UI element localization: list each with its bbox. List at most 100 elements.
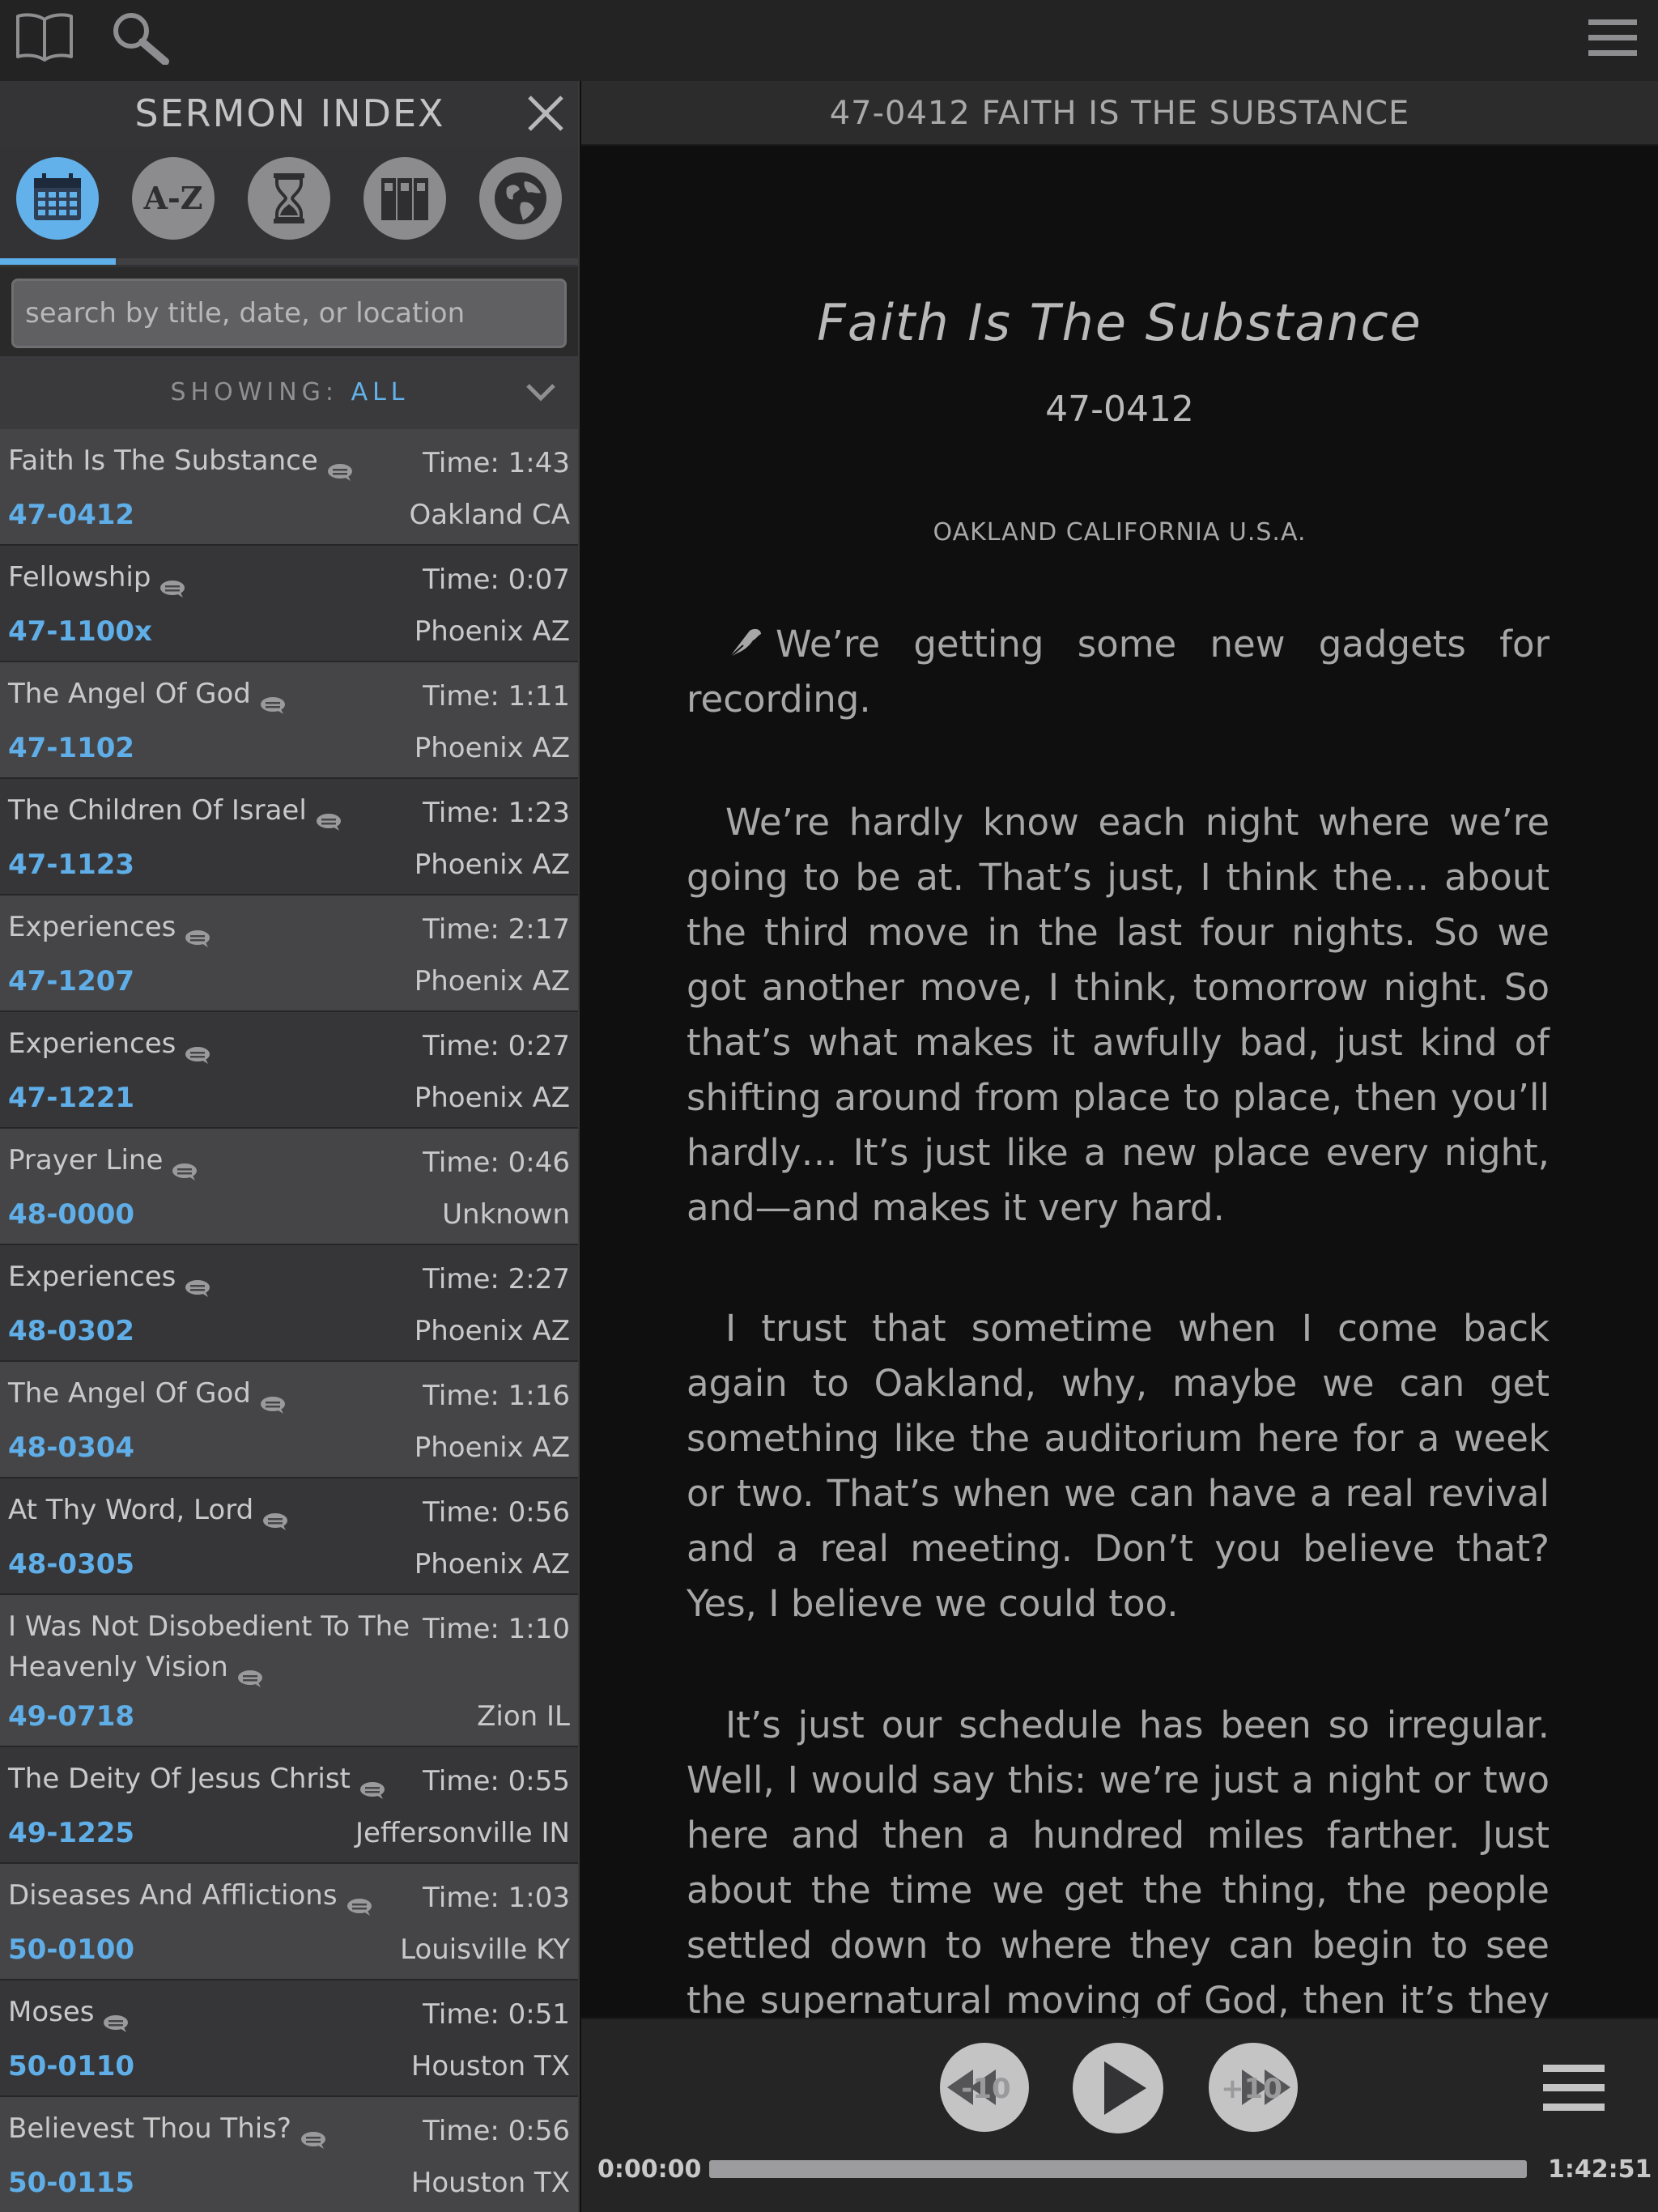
sermon-duration: Time: 1:23 (423, 797, 570, 829)
comment-bubble-icon (359, 1771, 386, 1799)
paragraph-4: It’s just our schedule has been so irreg… (687, 1704, 1550, 2018)
sermon-row[interactable]: Fellowship Time: 0:07 47-1100x Phoenix AZ (0, 546, 578, 662)
document-title: Faith Is The Substance (817, 293, 1422, 352)
sermon-location: Phoenix AZ (414, 615, 570, 648)
tab-by-date[interactable] (16, 157, 99, 240)
sidebar-header: SERMON INDEX (0, 81, 578, 146)
sermon-code: 50-0110 (8, 2050, 135, 2082)
comment-bubble-icon (159, 569, 186, 598)
sermon-row[interactable]: The Deity Of Jesus Christ Time: 0:55 49-12… (0, 1747, 578, 1864)
tab-by-location[interactable] (479, 157, 562, 240)
chevron-down-icon[interactable] (523, 377, 559, 406)
sermon-row[interactable]: Believest Thou This? Time: 0:56 50-0115 Hou… (0, 2097, 578, 2212)
search-input[interactable] (11, 279, 567, 348)
top-toolbar (0, 0, 1658, 81)
sermon-code: 47-1123 (8, 849, 135, 881)
play-button[interactable] (1070, 2040, 1166, 2136)
comment-bubble-icon (171, 1152, 198, 1180)
a-z-tab-label: A-Z (143, 180, 203, 216)
sermon-code: 47-1221 (8, 1082, 135, 1114)
sermon-row[interactable]: Faith Is The Substance Time: 1:43 47-0412 O… (0, 429, 578, 546)
close-icon[interactable] (525, 92, 567, 134)
sermon-title-text: Moses (8, 1996, 95, 2028)
sermon-row[interactable]: Prayer Line Time: 0:46 48-0000 Unknown (0, 1129, 578, 1245)
comment-bubble-icon (259, 686, 287, 714)
comment-bubble-icon (184, 919, 211, 947)
sermon-location: Phoenix AZ (414, 1082, 570, 1114)
book-icon[interactable] (15, 11, 74, 62)
tab-a-z[interactable]: A-Z (132, 157, 215, 240)
sermon-row[interactable]: I Was Not Disobedient To The Heavenly Vis… (0, 1595, 578, 1747)
sermon-title: Experiences (8, 907, 211, 947)
sermon-duration: Time: 1:43 (423, 447, 570, 479)
sermon-title: Faith Is The Substance (8, 440, 354, 481)
paragraph-3: I trust that sometime when I come back a… (687, 1307, 1550, 1625)
books-icon (381, 178, 428, 220)
sermon-row[interactable]: Experiences Time: 0:27 47-1221 Phoenix AZ (0, 1012, 578, 1129)
sermon-code: 50-0115 (8, 2167, 135, 2199)
sermon-title-text: The Children Of Israel (8, 794, 307, 827)
sermon-code: 47-1207 (8, 965, 135, 998)
paragraph-1: We’re getting some new gadgets for recor… (687, 617, 1550, 727)
sermon-title: Diseases And Afflictions (8, 1875, 373, 1916)
document-location: OAKLAND CALIFORNIA U.S.A. (933, 518, 1307, 547)
forward-10-button[interactable]: +10 (1206, 2040, 1300, 2134)
sermon-code: 48-0304 (8, 1431, 135, 1464)
sermon-title: Believest Thou This? (8, 2108, 327, 2149)
progress-slider[interactable] (709, 2160, 1527, 2178)
active-tab-indicator (0, 258, 116, 265)
tab-by-series[interactable] (363, 157, 446, 240)
sermon-title-text: The Deity Of Jesus Christ (8, 1763, 351, 1795)
showing-filter-text: SHOWING: ALL (0, 356, 578, 429)
reader-header-title: 47-0412 FAITH IS THE SUBSTANCE (829, 95, 1410, 132)
forward-label: +10 (1221, 2073, 1282, 2105)
comment-bubble-icon (236, 1659, 264, 1687)
current-time: 0:00:00 (597, 2155, 702, 2184)
sermon-location: Phoenix AZ (414, 965, 570, 998)
sermon-location: Oakland CA (409, 499, 570, 531)
sermon-title-text: I Was Not Disobedient To The (8, 1610, 410, 1643)
sermon-title: The Angel Of God (8, 674, 287, 714)
search-icon[interactable] (110, 11, 170, 65)
sermon-row[interactable]: Experiences Time: 2:27 48-0302 Phoenix AZ (0, 1245, 578, 1362)
sermon-location: Phoenix AZ (414, 1431, 570, 1464)
sermon-duration: Time: 1:11 (423, 680, 570, 713)
sermon-title-text: Prayer Line (8, 1144, 164, 1176)
document-code: 47-0412 (1045, 389, 1194, 430)
sermon-duration: Time: 0:51 (423, 1998, 570, 2031)
sermon-title: The Angel Of God (8, 1373, 287, 1414)
comment-bubble-icon (326, 453, 354, 481)
sermon-title-text: Experiences (8, 1261, 176, 1293)
sermon-title-text: The Angel Of God (8, 678, 251, 710)
sermon-title: At Thy Word, Lord (8, 1490, 289, 1530)
showing-filter-bar[interactable]: SHOWING: ALL (0, 356, 578, 429)
sermon-title-text: Believest Thou This? (8, 2112, 291, 2145)
sermon-location: Phoenix AZ (414, 849, 570, 881)
hamburger-menu-icon[interactable] (1587, 16, 1639, 60)
sermon-index-panel: SERMON INDEX A-Z search by title, date, … (0, 81, 580, 2212)
reader-header: 47-0412 FAITH IS THE SUBSTANCE (581, 81, 1658, 146)
sermon-row[interactable]: The Angel Of God Time: 1:11 47-1102 Phoenix… (0, 662, 578, 779)
sermon-location: Louisville KY (400, 1933, 570, 1966)
sermon-row[interactable]: Moses Time: 0:51 50-0110 Houston TX (0, 1980, 578, 2097)
sermon-title: The Children Of Israel (8, 790, 342, 831)
globe-icon (495, 172, 546, 224)
sermon-row[interactable]: The Children Of Israel Time: 1:23 47-1123 P… (0, 779, 578, 895)
sermon-title-text: Experiences (8, 1027, 176, 1060)
sermon-title: Moses (8, 1992, 130, 2032)
comment-bubble-icon (184, 1269, 211, 1297)
sermon-title: Prayer Line (8, 1140, 198, 1180)
playlist-menu-icon[interactable] (1541, 2060, 1606, 2116)
tab-by-duration[interactable] (248, 157, 330, 240)
sermon-duration: Time: 0:07 (423, 564, 570, 596)
quill-icon (728, 628, 761, 659)
sermon-row[interactable]: At Thy Word, Lord Time: 0:56 48-0305 Phoeni… (0, 1478, 578, 1595)
sermon-row[interactable]: Diseases And Afflictions Time: 1:03 50-010… (0, 1864, 578, 1980)
sermon-title-text: At Thy Word, Lord (8, 1494, 254, 1526)
sermon-row[interactable]: Experiences Time: 2:17 47-1207 Phoenix AZ (0, 895, 578, 1012)
sermon-row[interactable]: The Angel Of God Time: 1:16 48-0304 Phoenix… (0, 1362, 578, 1478)
sermon-title-text: Experiences (8, 911, 176, 943)
rewind-10-button[interactable]: -10 (937, 2040, 1031, 2134)
sermon-reader[interactable]: Faith Is The Substance 47-0412 OAKLAND C… (581, 147, 1658, 2018)
sermon-code: 48-0000 (8, 1198, 135, 1231)
